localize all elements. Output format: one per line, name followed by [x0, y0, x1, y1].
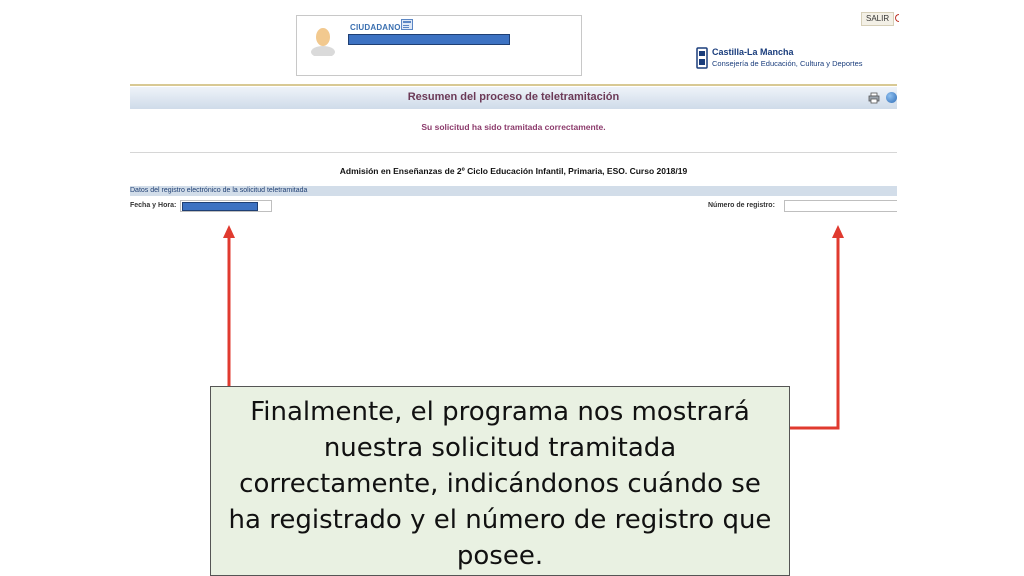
logout-icon[interactable]	[895, 14, 899, 22]
logout-button[interactable]: SALIR	[861, 12, 895, 26]
app-window: CIUDADANO SALIR Castilla-La Mancha Conse…	[130, 0, 899, 230]
status-area: Su solicitud ha sido tramitada correctam…	[130, 110, 897, 153]
user-avatar-icon	[311, 28, 335, 56]
date-time-value-redacted	[182, 202, 258, 211]
registration-number-label: Número de registro:	[708, 202, 775, 209]
explanation-callout: Finalmente, el programa nos mostrará nue…	[210, 386, 790, 576]
print-icon[interactable]	[868, 92, 880, 104]
registration-section-header: Datos del registro electrónico de la sol…	[130, 186, 897, 196]
user-card: CIUDADANO	[296, 15, 582, 76]
registration-section-title: Datos del registro electrónico de la sol…	[130, 187, 308, 194]
date-time-field	[180, 200, 272, 212]
arrow-to-date	[223, 225, 235, 386]
summary-bar: Resumen del proceso de teletramitación	[130, 87, 897, 109]
date-time-label: Fecha y Hora:	[130, 202, 177, 209]
procedure-title: Admisión en Enseñanzas de 2º Ciclo Educa…	[339, 166, 688, 176]
institution-name: Castilla-La Mancha	[712, 47, 794, 57]
callout-text: Finalmente, el programa nos mostrará nue…	[228, 397, 772, 571]
arrow-to-registration-number	[790, 225, 844, 430]
institution-department: Consejería de Educación, Cultura y Depor…	[712, 59, 863, 68]
help-icon[interactable]	[886, 92, 897, 103]
institution-logo: Castilla-La Mancha Consejería de Educaci…	[696, 46, 876, 72]
header-divider	[130, 84, 897, 86]
user-name-redacted	[348, 34, 510, 45]
status-message: Su solicitud ha sido tramitada correctam…	[421, 122, 606, 132]
registration-number-field	[784, 200, 897, 212]
profile-card-icon[interactable]	[401, 19, 413, 30]
summary-title: Resumen del proceso de teletramitación	[407, 91, 620, 103]
coat-of-arms-icon	[696, 47, 708, 69]
user-role-label: CIUDADANO	[350, 23, 401, 32]
